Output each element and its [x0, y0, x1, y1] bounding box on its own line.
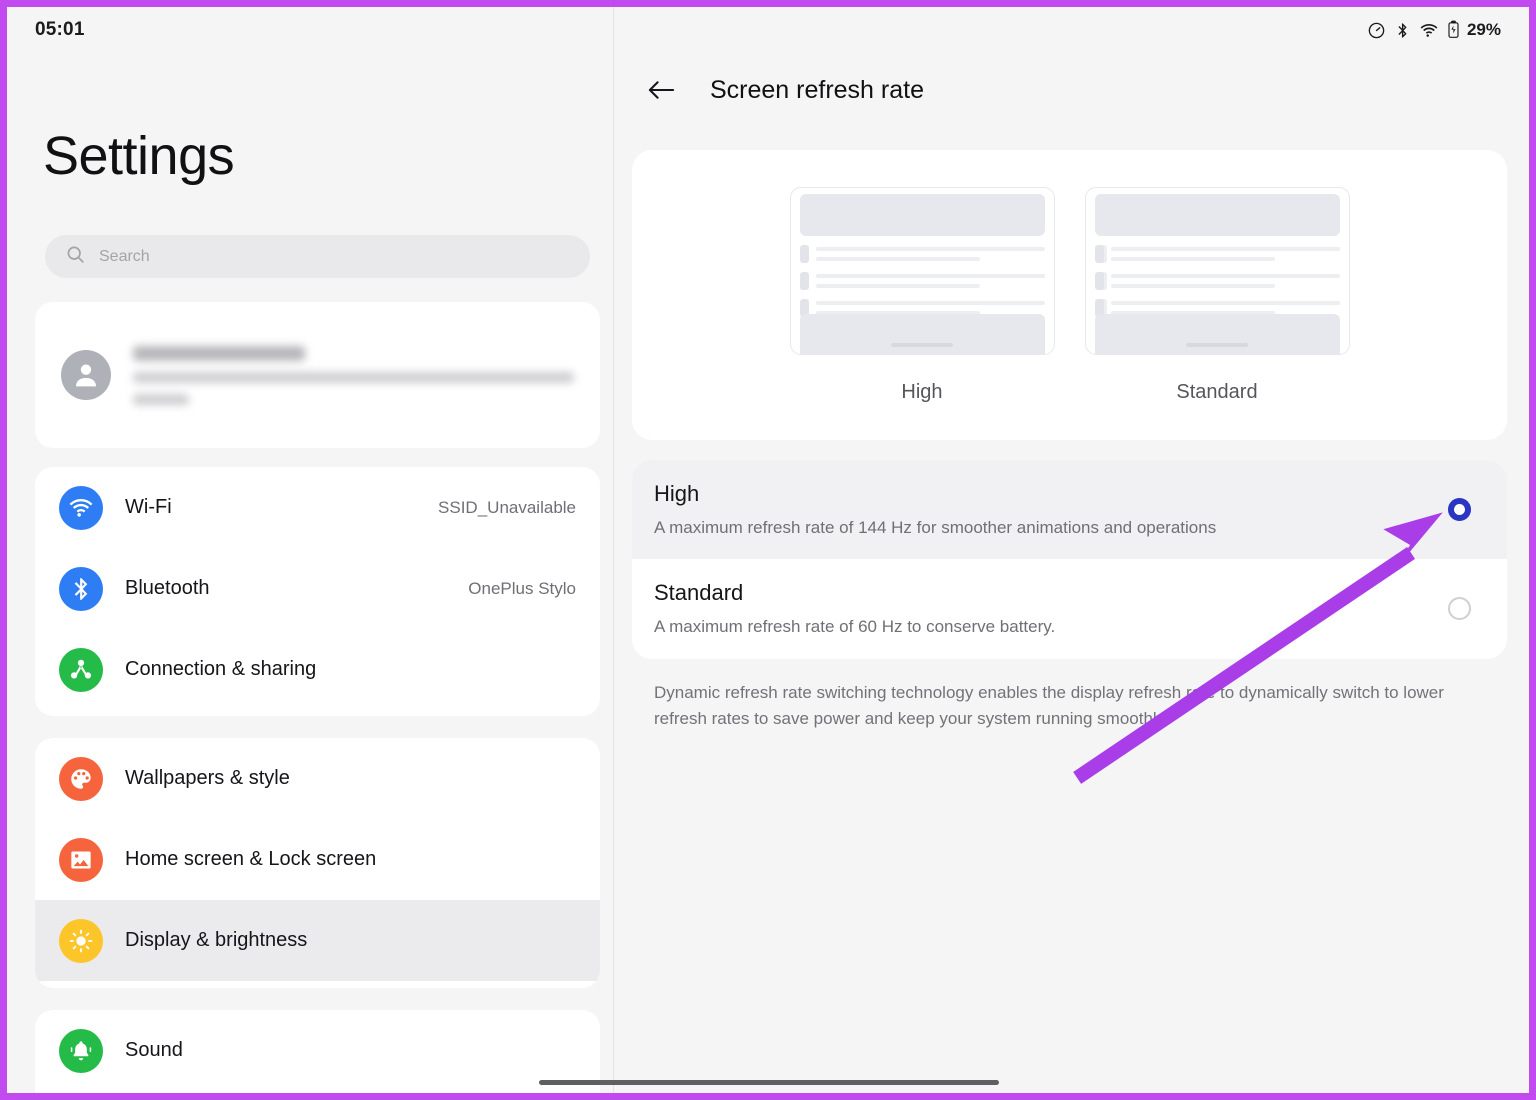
settings-group-appearance: Wallpapers & style Home screen & Lock sc… [35, 738, 600, 988]
wifi-icon [59, 485, 103, 530]
sidebar-item-home-lock-screen[interactable]: Home screen & Lock screen [35, 819, 600, 900]
image-icon [59, 837, 103, 882]
wifi-icon [1419, 21, 1439, 40]
sidebar-item-value: OnePlus Stylo [468, 578, 576, 598]
account-card[interactable] [35, 302, 600, 448]
sidebar-item-label: Home screen & Lock screen [125, 848, 377, 870]
settings-group-sound: Sound Notification & status bar [35, 1010, 600, 1093]
account-text-redacted [133, 345, 574, 405]
settings-sidebar: 05:01 Settings Search Wi-Fi SSID_Unavail… [7, 7, 614, 1093]
bluetooth-icon [59, 566, 103, 611]
bluetooth-icon [1394, 21, 1411, 40]
sidebar-item-value: SSID_Unavailable [438, 497, 576, 517]
option-title: High [654, 481, 700, 506]
detail-title: Screen refresh rate [710, 75, 924, 104]
sidebar-item-label: Connection & sharing [125, 658, 317, 680]
avatar [61, 350, 111, 400]
sidebar-item-wifi[interactable]: Wi-Fi SSID_Unavailable [35, 467, 600, 548]
data-saver-icon [1367, 21, 1386, 40]
preview-high: High [789, 187, 1055, 440]
preview-label: High [901, 381, 943, 403]
preview-mock-high [789, 187, 1055, 355]
option-title: Standard [654, 580, 744, 606]
detail-pane: 29% Screen refresh rate High Standard Hi… [614, 7, 1529, 1093]
sidebar-item-display-brightness[interactable]: Display & brightness [35, 900, 600, 981]
sidebar-item-wallpapers-style[interactable]: Wallpapers & style [35, 738, 600, 819]
sidebar-item-connection-sharing[interactable]: Connection & sharing [35, 629, 600, 710]
battery-icon [1447, 20, 1460, 40]
preview-label: Standard [1176, 381, 1258, 403]
brightness-icon [59, 918, 103, 963]
sidebar-item-notification-status-bar[interactable]: Notification & status bar [35, 1091, 600, 1093]
status-bar-clock: 05:01 [35, 19, 85, 40]
device-screenshot: 05:01 Settings Search Wi-Fi SSID_Unavail… [0, 0, 1536, 1100]
bell-icon [59, 1028, 103, 1073]
option-description: A maximum refresh rate of 144 Hz for smo… [654, 518, 1217, 537]
sidebar-item-label: Wi-Fi [125, 496, 172, 518]
battery-percent: 29% [1466, 20, 1501, 39]
refresh-rate-options: High A maximum refresh rate of 144 Hz fo… [632, 460, 1507, 659]
home-indicator [539, 1080, 999, 1085]
sidebar-item-label: Wallpapers & style [125, 767, 290, 789]
high-option-radio[interactable] [1448, 498, 1471, 522]
preview-mock-standard [1084, 187, 1350, 355]
detail-header: Screen refresh rate [644, 73, 924, 107]
search-placeholder: Search [99, 247, 150, 265]
settings-group-connectivity: Wi-Fi SSID_Unavailable Bluetooth OnePlus… [35, 467, 600, 716]
back-arrow-icon[interactable] [644, 73, 678, 107]
search-icon [65, 244, 86, 270]
refresh-rate-footnote: Dynamic refresh rate switching technolog… [654, 683, 1444, 729]
option-standard[interactable]: Standard A maximum refresh rate of 60 Hz… [632, 559, 1507, 658]
sidebar-item-sound[interactable]: Sound [35, 1010, 600, 1091]
share-icon [59, 647, 103, 692]
status-bar-left: 05:01 [7, 7, 613, 53]
preview-standard: Standard [1084, 187, 1350, 440]
sidebar-item-label: Sound [125, 1039, 183, 1061]
refresh-rate-preview-card: High Standard [632, 150, 1507, 440]
sidebar-item-label: Bluetooth [125, 577, 210, 599]
standard-option-radio[interactable] [1448, 597, 1471, 621]
palette-icon [59, 756, 103, 801]
status-bar-icons: 29% [1367, 7, 1501, 53]
page-title: Settings [43, 126, 235, 186]
option-description: A maximum refresh rate of 60 Hz to conse… [654, 617, 1056, 637]
sidebar-item-label: Display & brightness [125, 929, 308, 951]
search-input[interactable]: Search [45, 235, 590, 278]
option-high[interactable]: High A maximum refresh rate of 144 Hz fo… [632, 460, 1507, 560]
sidebar-item-bluetooth[interactable]: Bluetooth OnePlus Stylo [35, 548, 600, 629]
